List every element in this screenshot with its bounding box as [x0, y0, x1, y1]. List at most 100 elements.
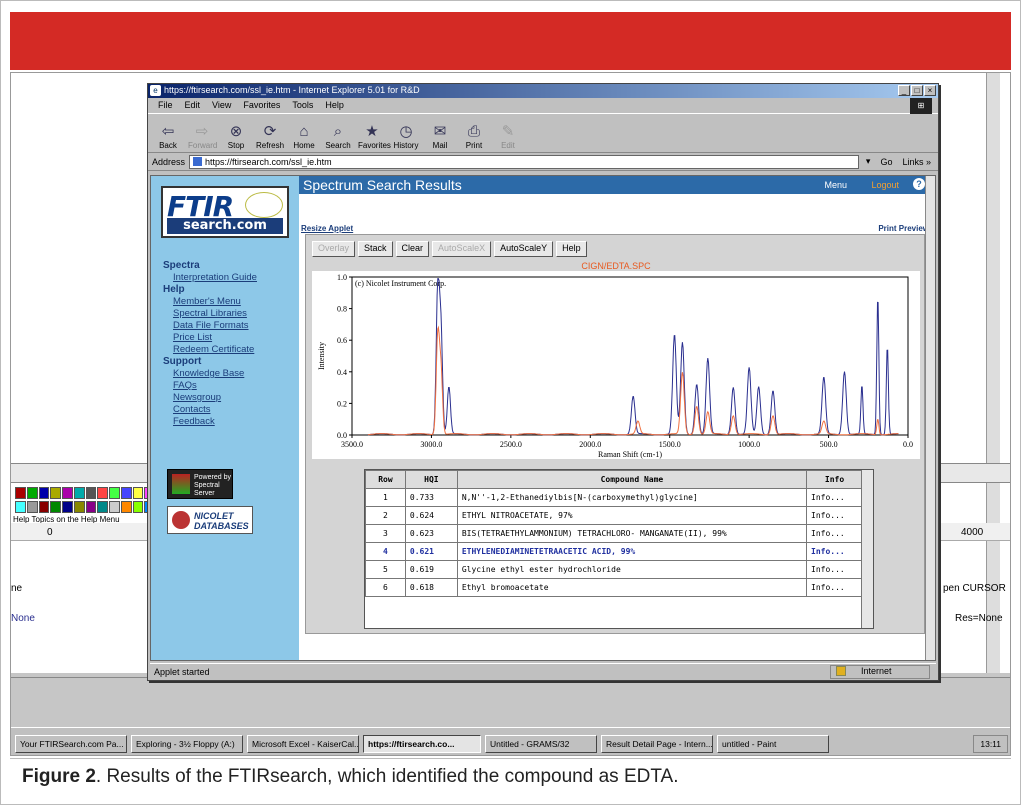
palette-swatch[interactable] [109, 487, 120, 499]
menu-link[interactable]: Menu [824, 180, 847, 190]
print-preview-link[interactable]: Print Preview [878, 224, 929, 233]
palette-swatch[interactable] [73, 487, 85, 499]
taskbar-button[interactable]: Result Detail Page - Intern... [601, 735, 713, 753]
menu-tools[interactable]: Tools [292, 100, 313, 113]
print-button[interactable]: ⎙ Print [460, 123, 488, 150]
logout-link[interactable]: Logout [871, 180, 899, 190]
palette-swatch[interactable] [97, 487, 108, 499]
palette-swatch[interactable] [26, 500, 38, 513]
palette-swatch[interactable] [50, 500, 61, 513]
column-header[interactable]: Info [806, 470, 863, 489]
ftirsearch-logo[interactable]: FTIR search.com [161, 186, 289, 238]
menu-help[interactable]: Help [325, 100, 344, 113]
autoscalex-button[interactable]: AutoScaleX [432, 241, 492, 257]
home-button[interactable]: ⌂ Home [290, 123, 318, 150]
sidebar-link[interactable]: Data File Formats [163, 320, 257, 332]
sidebar-link[interactable]: Feedback [163, 416, 257, 428]
sidebar-link[interactable]: Member's Menu [163, 296, 257, 308]
search-button[interactable]: ⌕ Search [324, 123, 352, 150]
palette-swatch[interactable] [15, 487, 26, 499]
sidebar-link[interactable]: FAQs [163, 380, 257, 392]
palette-swatch[interactable] [38, 487, 50, 499]
column-header[interactable]: Compound Name [456, 470, 808, 489]
palette-swatch[interactable] [15, 500, 26, 513]
info-button[interactable]: Info... [806, 542, 863, 561]
color-palette[interactable] [15, 487, 155, 513]
taskbar-button[interactable]: Untitled - GRAMS/32 [485, 735, 597, 753]
resize-applet-link[interactable]: Resize Applet [301, 224, 353, 233]
sidebar-link[interactable]: Contacts [163, 404, 257, 416]
taskbar-button[interactable]: untitled - Paint [717, 735, 829, 753]
palette-swatch[interactable] [62, 500, 73, 513]
history-button[interactable]: ◷ History [392, 123, 420, 150]
palette-swatch[interactable] [50, 487, 61, 499]
table-row[interactable]: 4 0.621 ETHYLENEDIAMINETETRAACETIC ACID, 9… [365, 542, 863, 561]
edit-button[interactable]: ✎ Edit [494, 123, 522, 150]
mail-button[interactable]: ✉ Mail [426, 123, 454, 150]
table-scrollbar[interactable] [861, 470, 873, 628]
info-button[interactable]: Info... [806, 560, 863, 579]
palette-swatch[interactable] [85, 500, 97, 513]
spectrum-applet[interactable]: Overlay Stack Clear AutoScaleX AutoScaleY Hel… [305, 234, 925, 634]
sidebar-link[interactable]: Newsgroup [163, 392, 257, 404]
taskbar-button[interactable]: Your FTIRSearch.com Pa... [15, 735, 127, 753]
dropdown-arrow-icon[interactable]: ▾ [863, 156, 874, 167]
info-button[interactable]: Info... [806, 524, 863, 543]
sidebar-link[interactable]: Price List [163, 332, 257, 344]
help-icon[interactable]: ? [913, 178, 925, 190]
browser-window[interactable]: e https://ftirsearch.com/ssl_ie.htm - In… [147, 83, 939, 681]
palette-swatch[interactable] [97, 500, 108, 513]
close-button[interactable]: × [924, 85, 936, 96]
page-scrollbar[interactable] [925, 176, 935, 660]
taskbar-button[interactable]: https://ftirsearch.co... [363, 735, 481, 753]
palette-swatch[interactable] [38, 500, 50, 513]
stack-button[interactable]: Stack [358, 241, 393, 257]
menu-favorites[interactable]: Favorites [243, 100, 280, 113]
palette-swatch[interactable] [109, 500, 120, 513]
table-row[interactable]: 2 0.624 ETHYL NITROACETATE, 97% Info... [365, 506, 863, 525]
table-row[interactable]: 3 0.623 BIS(TETRAETHYLAMMONIUM) TETRACHLOR… [365, 524, 863, 543]
back-button[interactable]: ⇦ Back [154, 123, 182, 150]
powered-badge[interactable]: Powered by Spectral Server [167, 469, 233, 499]
palette-swatch[interactable] [85, 487, 97, 499]
taskbar-button[interactable]: Exploring - 3½ Floppy (A:) [131, 735, 243, 753]
palette-swatch[interactable] [26, 487, 38, 499]
info-button[interactable]: Info... [806, 578, 863, 597]
sidebar-link[interactable]: Interpretation Guide [163, 272, 257, 284]
links-button[interactable]: Links » [899, 157, 934, 167]
address-field[interactable]: https://ftirsearch.com/ssl_ie.htm [189, 154, 859, 169]
clear-button[interactable]: Clear [395, 241, 430, 257]
menu-file[interactable]: File [158, 100, 173, 113]
autoscaley-button[interactable]: AutoScaleY [494, 241, 554, 257]
help-button[interactable]: Help [556, 241, 587, 257]
palette-swatch[interactable] [120, 487, 132, 499]
minimize-button[interactable]: _ [898, 85, 910, 96]
maximize-button[interactable]: □ [911, 85, 923, 96]
stop-button[interactable]: ⊗ Stop [222, 123, 250, 150]
palette-swatch[interactable] [73, 500, 85, 513]
favorites-button[interactable]: ★ Favorites [358, 123, 391, 150]
overlay-button[interactable]: Overlay [312, 241, 356, 257]
table-row[interactable]: 5 0.619 Glycine ethyl ester hydrochloride I… [365, 560, 863, 579]
column-header[interactable]: Row [365, 470, 406, 489]
forward-button[interactable]: ⇨ Forward [188, 123, 217, 150]
menu-view[interactable]: View [212, 100, 231, 113]
table-row[interactable]: 6 0.618 Ethyl bromoacetate Info... [365, 578, 863, 597]
sidebar-link[interactable]: Knowledge Base [163, 368, 257, 380]
table-row[interactable]: 1 0.733 N,N''-1,2-Ethanediylbis[N-(carboxy… [365, 488, 863, 507]
menu-edit[interactable]: Edit [185, 100, 201, 113]
sidebar-link[interactable]: Spectral Libraries [163, 308, 257, 320]
palette-swatch[interactable] [62, 487, 73, 499]
go-button[interactable]: Go [877, 157, 895, 167]
palette-swatch[interactable] [132, 487, 144, 499]
refresh-button[interactable]: ⟳ Refresh [256, 123, 284, 150]
column-header[interactable]: HQI [404, 470, 458, 489]
taskbar-button[interactable]: Microsoft Excel - KaiserCal... [247, 735, 359, 753]
browser-titlebar[interactable]: e https://ftirsearch.com/ssl_ie.htm - In… [148, 84, 938, 98]
palette-swatch[interactable] [132, 500, 144, 513]
nicolet-badge[interactable]: NICOLET DATABASES [167, 506, 253, 534]
spectrum-chart[interactable]: 0.0 0.2 0.4 0.6 0.8 1.0 3500.0 3000.0 2500.0 2000… [312, 271, 920, 459]
sidebar-link[interactable]: Redeem Certificate [163, 344, 257, 356]
info-button[interactable]: Info... [806, 488, 863, 507]
palette-swatch[interactable] [120, 500, 132, 513]
